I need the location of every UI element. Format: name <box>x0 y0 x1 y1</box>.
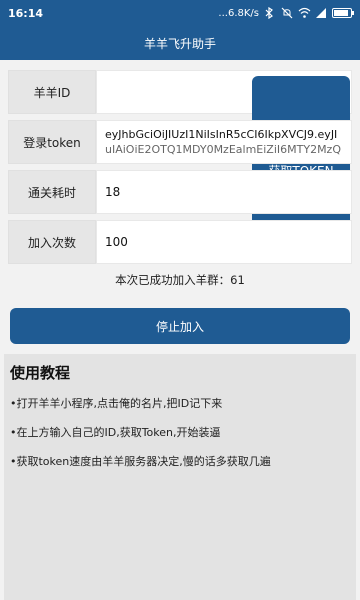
mute-icon <box>281 7 293 19</box>
id-row: 羊羊ID 获取TOKEN <box>8 70 352 264</box>
signal-icon <box>315 7 327 19</box>
status-bar: 16:14 ...6.8K/s <box>0 0 360 26</box>
token-text: eyJhbGciOiJIUzI1NiIsInR5cCI6IkpXVCJ9.eyJ… <box>105 127 349 157</box>
form: 羊羊ID 获取TOKEN 登录token eyJhbGciOiJIUzI1NiI… <box>8 70 352 270</box>
tutorial-step: •打开羊羊小程序,点击俺的名片,把ID记下来 <box>10 397 223 410</box>
token-label: 登录token <box>8 120 96 164</box>
status-time: 16:14 <box>8 6 44 20</box>
token-line-1: eyJhbGciOiJIUzI1NiIsInR5cCI6IkpXVCJ9.eyJ… <box>105 128 338 141</box>
tutorial-step: •在上方输入自己的ID,获取Token,开始装逼 <box>10 426 221 439</box>
network-speed: ...6.8K/s <box>218 7 259 19</box>
times-input[interactable]: 100 <box>96 220 352 264</box>
tutorial-title: 使用教程 <box>10 364 71 382</box>
battery-level <box>334 10 348 16</box>
tutorial-panel: 使用教程 •打开羊羊小程序,点击俺的名片,把ID记下来 •在上方输入自己的ID,… <box>4 354 356 600</box>
token-line-2: uIAiOiE2OTQ1MDY0MzEalmEiZiI6MTY2MzQ <box>105 143 341 156</box>
app-title: 羊羊飞升助手 <box>143 36 216 51</box>
tutorial-step: •获取token速度由羊羊服务器决定,慢的话多获取几遍 <box>10 455 271 468</box>
time-label: 通关耗时 <box>8 170 96 214</box>
app-bar: 羊羊飞升助手 <box>0 26 360 60</box>
time-row: 通关耗时 18 <box>8 170 352 214</box>
times-label: 加入次数 <box>8 220 96 264</box>
app-root: 16:14 ...6.8K/s 羊羊飞升助手 羊羊ID 登录token eyJh… <box>0 0 360 600</box>
times-row: 加入次数 100 <box>8 220 352 264</box>
success-count-text: 本次已成功加入羊群：61 <box>115 273 245 287</box>
status-icons: ...6.8K/s <box>218 7 354 19</box>
bluetooth-icon <box>264 7 276 19</box>
id-label: 羊羊ID <box>8 70 96 114</box>
stop-button[interactable]: 停止加入 <box>10 308 350 344</box>
wifi-icon <box>298 7 311 19</box>
token-row: 登录token eyJhbGciOiJIUzI1NiIsInR5cCI6IkpX… <box>8 120 352 164</box>
battery-icon <box>332 8 354 18</box>
token-input[interactable]: eyJhbGciOiJIUzI1NiIsInR5cCI6IkpXVCJ9.eyJ… <box>96 120 352 164</box>
time-input[interactable]: 18 <box>96 170 352 214</box>
